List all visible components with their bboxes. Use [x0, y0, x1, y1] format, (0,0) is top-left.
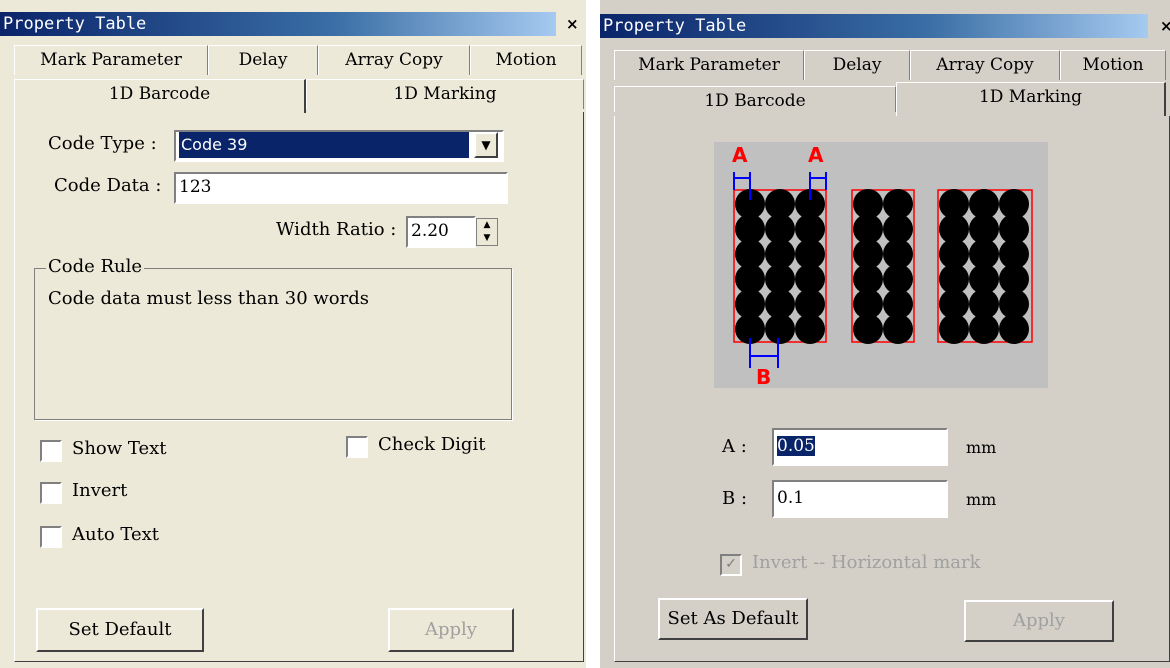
tab-row-top: Mark Parameter Delay Array Copy Motion	[614, 50, 1166, 80]
spin-up-icon[interactable]: ▲	[477, 219, 497, 232]
property-table-barcode-panel: Property Table × Mark Parameter Delay Ar…	[0, 0, 586, 668]
code-data-input[interactable]: 123	[174, 172, 508, 204]
tab-delay[interactable]: Delay	[208, 45, 318, 75]
show-text-checkbox[interactable]	[40, 440, 62, 462]
tab-1d-barcode[interactable]: 1D Barcode	[614, 86, 896, 112]
code-rule-title: Code Rule	[46, 256, 145, 277]
tab-delay[interactable]: Delay	[804, 50, 910, 80]
tab-mark-parameter[interactable]: Mark Parameter	[14, 45, 208, 75]
label-a-right: A	[808, 143, 824, 167]
code-type-select[interactable]: Code 39	[174, 130, 504, 162]
invert-checkbox[interactable]	[40, 482, 62, 504]
tab-1d-barcode[interactable]: 1D Barcode	[14, 79, 306, 113]
a-input[interactable]: 0.05	[772, 428, 948, 466]
window-title: Property Table	[600, 14, 1148, 38]
tab-row-top: Mark Parameter Delay Array Copy Motion	[14, 45, 584, 75]
check-digit-checkbox[interactable]	[346, 436, 368, 458]
code-type-label: Code Type :	[48, 133, 157, 154]
mark-dot	[853, 314, 883, 344]
a-label: A :	[722, 436, 747, 457]
a-value: 0.05	[777, 436, 815, 456]
set-default-button[interactable]: Set Default	[36, 608, 204, 652]
tab-mark-parameter[interactable]: Mark Parameter	[614, 50, 804, 80]
auto-text-checkbox[interactable]	[40, 526, 62, 548]
tab-array-copy[interactable]: Array Copy	[910, 50, 1060, 80]
width-ratio-input[interactable]: 2.20	[406, 216, 476, 248]
mark-dot	[999, 314, 1029, 344]
mark-dot	[969, 314, 999, 344]
mark-dot	[883, 314, 913, 344]
invert-horizontal-checkbox[interactable]: ✓	[720, 554, 742, 576]
label-b: B	[756, 365, 771, 388]
code-rule-text: Code data must less than 30 words	[48, 288, 370, 309]
tab-row-bottom: 1D Barcode 1D Marking	[614, 82, 1166, 116]
tab-1d-marking[interactable]: 1D Marking	[306, 79, 584, 109]
auto-text-label: Auto Text	[72, 524, 160, 545]
tab-1d-marking[interactable]: 1D Marking	[896, 82, 1166, 116]
set-as-default-button[interactable]: Set As Default	[658, 598, 808, 640]
label-a-left: A	[732, 143, 748, 167]
b-label: B :	[722, 488, 748, 509]
marking-diagram: A A B	[714, 142, 1048, 388]
invert-label: Invert	[72, 480, 128, 501]
b-unit: mm	[966, 490, 997, 509]
window-title: Property Table	[0, 12, 556, 36]
width-ratio-spinner[interactable]: ▲ ▼	[476, 218, 498, 246]
close-icon[interactable]: ×	[566, 12, 579, 36]
apply-button[interactable]: Apply	[964, 600, 1114, 642]
mark-dot	[939, 314, 969, 344]
chevron-down-icon[interactable]: ▼	[474, 132, 498, 158]
mark-dot	[765, 314, 795, 344]
width-ratio-label: Width Ratio :	[276, 219, 397, 240]
check-digit-label: Check Digit	[378, 434, 486, 455]
show-text-label: Show Text	[72, 438, 167, 459]
tab-motion[interactable]: Motion	[1060, 50, 1166, 80]
invert-horizontal-label: Invert -- Horizontal mark	[752, 552, 981, 573]
spin-down-icon[interactable]: ▼	[477, 232, 497, 245]
a-unit: mm	[966, 438, 997, 457]
tab-motion[interactable]: Motion	[470, 45, 582, 75]
mark-dot	[795, 314, 825, 344]
code-data-label: Code Data :	[54, 175, 162, 196]
tab-array-copy[interactable]: Array Copy	[318, 45, 470, 75]
property-table-marking-panel: Property Table × Mark Parameter Delay Ar…	[600, 0, 1170, 668]
diagram-background	[714, 142, 1048, 388]
apply-button[interactable]: Apply	[388, 608, 514, 652]
code-type-value: Code 39	[179, 132, 469, 158]
close-icon[interactable]: ×	[1160, 14, 1170, 38]
tab-row-bottom: 1D Barcode 1D Marking	[14, 79, 584, 113]
b-input[interactable]: 0.1	[772, 480, 948, 518]
